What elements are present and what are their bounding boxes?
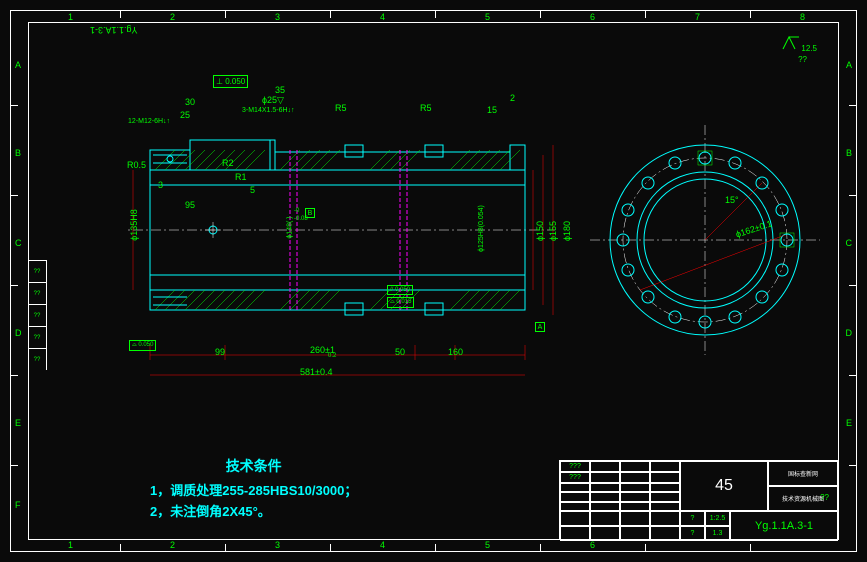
dim-r2: R2 bbox=[222, 158, 234, 168]
row-d-l: D bbox=[15, 328, 22, 338]
rev-2: ?? bbox=[28, 304, 46, 326]
roughness-note: ?? bbox=[798, 55, 807, 64]
row-b-r: B bbox=[846, 148, 852, 158]
row-d-r: D bbox=[846, 328, 853, 338]
dim-99: 99 bbox=[215, 347, 225, 357]
col-6-top: 6 bbox=[590, 12, 595, 22]
dim-2: 2 bbox=[510, 93, 515, 103]
row-a-r: A bbox=[846, 60, 852, 70]
dim-r05: R0.5 bbox=[127, 160, 146, 170]
col-3-top: 3 bbox=[275, 12, 280, 22]
col-4-top: 4 bbox=[380, 12, 385, 22]
col-2-top: 2 bbox=[170, 12, 175, 22]
rev-4: ?? bbox=[28, 348, 46, 370]
gdt-runout: ⌓ 0.015 bbox=[387, 297, 414, 308]
datum-b: B bbox=[305, 208, 315, 218]
rev-1: ?? bbox=[28, 282, 46, 304]
dim-160: 160 bbox=[448, 347, 463, 357]
col-1-bot: 1 bbox=[68, 540, 73, 550]
datum-a: A bbox=[535, 322, 545, 332]
dim-phi125: ϕ125H8(0.054) bbox=[478, 205, 485, 252]
rev-0: ?? bbox=[28, 260, 46, 282]
dim-phi180: ϕ180 bbox=[562, 221, 572, 241]
tb-c4: ??? bbox=[560, 472, 590, 483]
tb-qty-lbl: ? bbox=[680, 526, 705, 541]
col-2-bot: 2 bbox=[170, 540, 175, 550]
row-c-l: C bbox=[15, 238, 22, 248]
title-block: ??? ??? 45 国标查新网 技术资源机械图 ? 1:2.5 bbox=[559, 460, 839, 540]
roughness-value: 12.5 bbox=[801, 44, 817, 53]
side-flange-view bbox=[590, 125, 820, 355]
tech-line-1: 1，调质处理255-285HBS10/3000； bbox=[150, 480, 357, 499]
tb-mat: 1.3 bbox=[705, 526, 730, 541]
row-c-r: C bbox=[846, 238, 853, 248]
col-8-top: 8 bbox=[800, 12, 805, 22]
col-1-top: 1 bbox=[68, 12, 73, 22]
tb-c0: ??? bbox=[560, 461, 590, 472]
dim-260-sub: 0.2 bbox=[328, 353, 336, 359]
revision-block: ?? ?? ?? ?? ?? bbox=[28, 260, 47, 370]
col-3-bot: 3 bbox=[275, 540, 280, 550]
tb-dwg-num: Yg.1.1A.3-1 bbox=[730, 511, 838, 541]
rev-3: ?? bbox=[28, 326, 46, 348]
dim-15: 15 bbox=[487, 105, 497, 115]
dim-thread-12m12: 12-M12-6H↓↑ bbox=[128, 118, 170, 125]
dim-phi148: ϕ148( ) bbox=[287, 216, 294, 238]
tb-qty: ?? bbox=[820, 493, 829, 502]
dim-25: 25 bbox=[180, 110, 190, 120]
main-section-view bbox=[125, 130, 555, 360]
dim-phi150: ϕ150 bbox=[535, 221, 545, 241]
col-4-bot: 4 bbox=[380, 540, 385, 550]
row-e-r: E bbox=[846, 418, 852, 428]
dim-r5-2: R5 bbox=[420, 103, 432, 113]
col-5-top: 5 bbox=[485, 12, 490, 22]
dim-5: 5 bbox=[250, 185, 255, 195]
row-f-l: F bbox=[15, 500, 21, 510]
dim-30: 30 bbox=[185, 97, 195, 107]
dim-r1: R1 bbox=[235, 172, 247, 182]
row-e-l: E bbox=[15, 418, 21, 428]
dim-phi25: ϕ25▽ bbox=[262, 95, 284, 106]
drawing-number-inverted: Yg.1.1A.3-1 bbox=[90, 25, 138, 35]
gdt-perpendicularity: ⊥ 0.050 bbox=[213, 75, 248, 88]
tech-line-2: 2，未注倒角2X45°。 bbox=[150, 501, 357, 520]
dim-95: 95 bbox=[185, 200, 195, 210]
dim-581: 581±0.4 bbox=[300, 367, 332, 377]
cad-canvas: 1 2 3 4 5 6 7 8 1 2 3 4 5 6 A B C D E F … bbox=[0, 0, 867, 562]
tech-title: 技术条件 bbox=[150, 456, 357, 476]
row-a-l: A bbox=[15, 60, 21, 70]
col-5-bot: 5 bbox=[485, 540, 490, 550]
dim-phi135: ϕ135H8 bbox=[129, 209, 139, 241]
tb-company1: 国标查新网 bbox=[768, 461, 838, 486]
tb-scale: 1:2.5 bbox=[705, 511, 730, 526]
row-b-l: B bbox=[15, 148, 21, 158]
dim-angle15: 15° bbox=[725, 195, 739, 205]
col-6-bot: 6 bbox=[590, 540, 595, 550]
dim-thread-3m14: 3-M14X1.5-6H↓↑ bbox=[242, 107, 295, 114]
dim-3: 3 bbox=[158, 180, 163, 190]
dim-phi155: ϕ155 bbox=[548, 221, 558, 241]
gdt-runout-b: ⌓ 0.050 bbox=[129, 340, 156, 351]
dim-35: 35 bbox=[275, 85, 285, 95]
gdt-parallel: // 0.050 bbox=[387, 285, 413, 295]
roughness-symbol-corner: 12.5 bbox=[781, 35, 817, 53]
dim-phi148-tol-u: -0 bbox=[294, 208, 299, 214]
tb-scale-lbl: ? bbox=[680, 511, 705, 526]
dim-50: 50 bbox=[395, 347, 405, 357]
col-7-top: 7 bbox=[695, 12, 700, 22]
technical-notes: 技术条件 1，调质处理255-285HBS10/3000； 2，未注倒角2X45… bbox=[150, 454, 357, 522]
tb-part-num: 45 bbox=[680, 461, 768, 511]
dim-r5-1: R5 bbox=[335, 103, 347, 113]
